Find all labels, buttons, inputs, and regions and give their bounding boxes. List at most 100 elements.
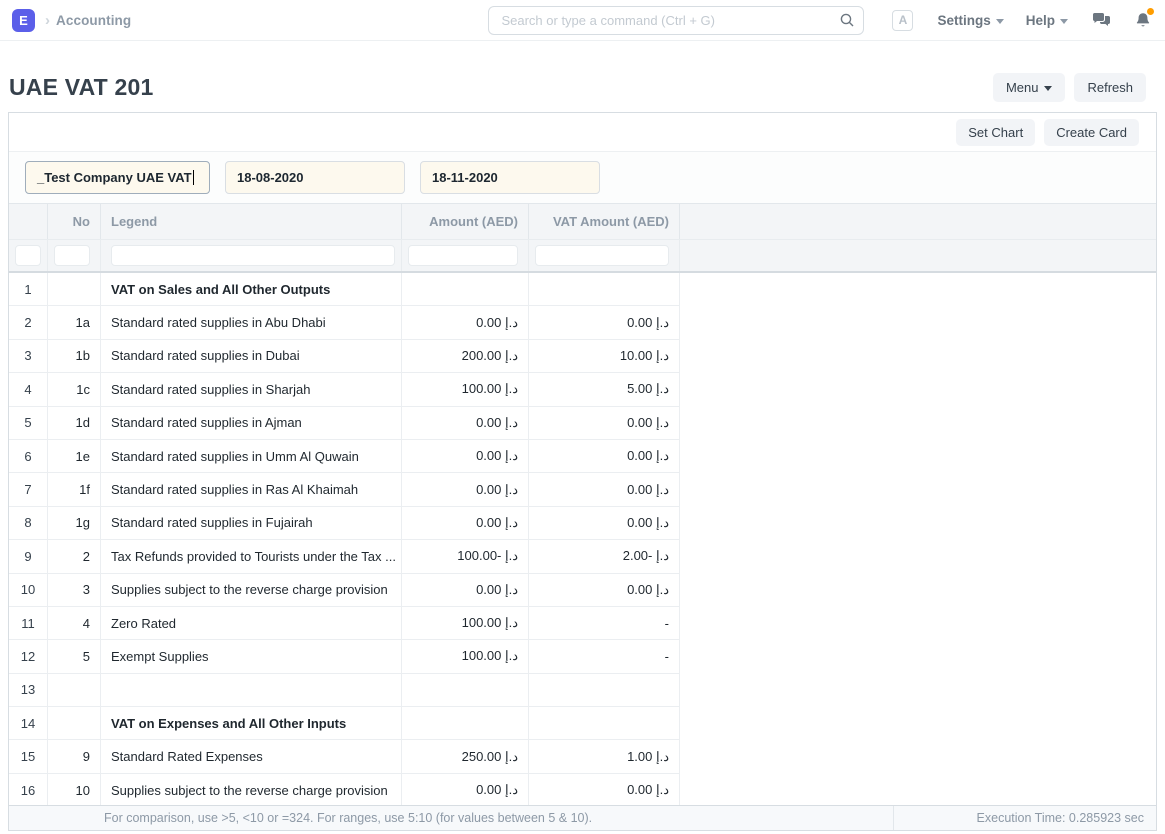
row-legend-cell[interactable]: Standard rated supplies in Fujairah	[101, 507, 402, 540]
row-amount-cell[interactable]: 100.00- د.إ	[402, 540, 529, 573]
row-amount-cell[interactable]: 0.00 د.إ	[402, 473, 529, 506]
row-no-cell[interactable]: 2	[48, 540, 101, 573]
set-chart-button[interactable]: Set Chart	[956, 119, 1035, 146]
row-no-cell[interactable]: 1a	[48, 306, 101, 339]
row-amount-cell[interactable]: 0.00 د.إ	[402, 407, 529, 440]
row-amount-cell[interactable]: 0.00 د.إ	[402, 507, 529, 540]
row-amount-cell[interactable]	[402, 273, 529, 306]
row-legend-cell[interactable]: Standard rated supplies in Ajman	[101, 407, 402, 440]
row-vat-amount-cell[interactable]: 5.00 د.إ	[529, 373, 680, 406]
refresh-button[interactable]: Refresh	[1074, 73, 1146, 102]
row-vat-amount-cell[interactable]: 2.00- د.إ	[529, 540, 680, 573]
row-vat-amount-cell[interactable]: 10.00 د.إ	[529, 340, 680, 373]
user-avatar[interactable]: A	[892, 10, 913, 31]
row-no-cell[interactable]	[48, 707, 101, 740]
row-legend-cell[interactable]: Tax Refunds provided to Tourists under t…	[101, 540, 402, 573]
filter-cell-amount	[402, 240, 529, 271]
row-vat-amount-cell[interactable]: 0.00 د.إ	[529, 407, 680, 440]
help-label: Help	[1026, 13, 1055, 28]
chevron-down-icon	[1060, 19, 1068, 24]
row-legend-cell[interactable]	[101, 674, 402, 707]
row-amount-cell[interactable]	[402, 674, 529, 707]
row-no-cell[interactable]: 10	[48, 774, 101, 807]
row-no-cell[interactable]: 3	[48, 574, 101, 607]
row-amount-cell[interactable]: 100.00 د.إ	[402, 373, 529, 406]
column-filter-row	[9, 239, 1156, 273]
chat-button[interactable]	[1092, 12, 1111, 28]
notifications-button[interactable]	[1135, 12, 1151, 29]
row-amount-cell[interactable]: 100.00 د.إ	[402, 607, 529, 640]
row-amount-cell[interactable]: 250.00 د.إ	[402, 740, 529, 773]
row-legend-cell[interactable]: Standard rated supplies in Ras Al Khaima…	[101, 473, 402, 506]
column-header-legend[interactable]: Legend	[101, 204, 402, 239]
row-no-cell[interactable]	[48, 674, 101, 707]
help-menu[interactable]: Help	[1026, 13, 1068, 28]
company-filter-input[interactable]: _Test Company UAE VAT	[25, 161, 210, 194]
row-legend-cell[interactable]: Exempt Supplies	[101, 640, 402, 673]
row-vat-amount-cell[interactable]: -	[529, 607, 680, 640]
row-no-cell[interactable]: 1d	[48, 407, 101, 440]
row-vat-amount-cell[interactable]: 0.00 د.إ	[529, 774, 680, 807]
filter-hint-text: For comparison, use >5, <10 or =324. For…	[9, 811, 592, 825]
navbar: E › Accounting A Settings Help	[0, 0, 1165, 41]
row-legend-cell[interactable]: Standard rated supplies in Dubai	[101, 340, 402, 373]
row-vat-amount-cell[interactable]: 0.00 د.إ	[529, 440, 680, 473]
row-vat-amount-cell[interactable]	[529, 273, 680, 306]
row-legend-cell[interactable]: VAT on Sales and All Other Outputs	[101, 273, 402, 306]
index-column-filter-input[interactable]	[15, 245, 41, 266]
row-vat-amount-cell[interactable]: 0.00 د.إ	[529, 574, 680, 607]
table-row: 14 VAT on Expenses and All Other Inputs	[9, 707, 1156, 740]
amount-column-filter-input[interactable]	[408, 245, 518, 266]
app-logo[interactable]: E	[12, 9, 35, 32]
row-amount-cell[interactable]	[402, 707, 529, 740]
row-amount-cell[interactable]: 0.00 د.إ	[402, 574, 529, 607]
table-row: 4 1c Standard rated supplies in Sharjah …	[9, 373, 1156, 406]
menu-button[interactable]: Menu	[993, 73, 1066, 102]
report-footer: For comparison, use >5, <10 or =324. For…	[9, 805, 1156, 830]
vat-amount-column-filter-input[interactable]	[535, 245, 669, 266]
row-no-cell[interactable]: 9	[48, 740, 101, 773]
row-vat-amount-cell[interactable]: 1.00 د.إ	[529, 740, 680, 773]
column-header-index[interactable]	[9, 204, 48, 239]
row-legend-cell[interactable]: Standard rated supplies in Sharjah	[101, 373, 402, 406]
from-date-filter-input[interactable]: 18-08-2020	[225, 161, 405, 194]
row-amount-cell[interactable]: 0.00 د.إ	[402, 774, 529, 807]
row-index-cell: 1	[9, 273, 48, 306]
search-input[interactable]	[488, 6, 864, 35]
row-no-cell[interactable]: 4	[48, 607, 101, 640]
row-vat-amount-cell[interactable]: 0.00 د.إ	[529, 507, 680, 540]
create-card-button[interactable]: Create Card	[1044, 119, 1139, 146]
column-header-vat-amount[interactable]: VAT Amount (AED)	[529, 204, 680, 239]
row-legend-cell[interactable]: Zero Rated	[101, 607, 402, 640]
row-legend-cell[interactable]: Supplies subject to the reverse charge p…	[101, 774, 402, 807]
row-no-cell[interactable]: 1b	[48, 340, 101, 373]
row-no-cell[interactable]	[48, 273, 101, 306]
legend-column-filter-input[interactable]	[111, 245, 395, 266]
row-amount-cell[interactable]: 0.00 د.إ	[402, 440, 529, 473]
column-header-amount[interactable]: Amount (AED)	[402, 204, 529, 239]
column-header-no[interactable]: No	[48, 204, 101, 239]
row-no-cell[interactable]: 1f	[48, 473, 101, 506]
row-no-cell[interactable]: 1g	[48, 507, 101, 540]
row-vat-amount-cell[interactable]: -	[529, 640, 680, 673]
row-amount-cell[interactable]: 200.00 د.إ	[402, 340, 529, 373]
row-vat-amount-cell[interactable]: 0.00 د.إ	[529, 473, 680, 506]
row-legend-cell[interactable]: VAT on Expenses and All Other Inputs	[101, 707, 402, 740]
row-vat-amount-cell[interactable]	[529, 707, 680, 740]
row-no-cell[interactable]: 5	[48, 640, 101, 673]
breadcrumb[interactable]: Accounting	[56, 13, 131, 28]
row-legend-cell[interactable]: Supplies subject to the reverse charge p…	[101, 574, 402, 607]
row-no-cell[interactable]: 1c	[48, 373, 101, 406]
row-legend-cell[interactable]: Standard rated supplies in Umm Al Quwain	[101, 440, 402, 473]
row-vat-amount-cell[interactable]	[529, 674, 680, 707]
row-no-cell[interactable]: 1e	[48, 440, 101, 473]
no-column-filter-input[interactable]	[54, 245, 90, 266]
row-vat-amount-cell[interactable]: 0.00 د.إ	[529, 306, 680, 339]
row-amount-cell[interactable]: 0.00 د.إ	[402, 306, 529, 339]
row-amount-cell[interactable]: 100.00 د.إ	[402, 640, 529, 673]
datatable-header: No Legend Amount (AED) VAT Amount (AED)	[9, 203, 1156, 273]
settings-menu[interactable]: Settings	[937, 13, 1003, 28]
to-date-filter-input[interactable]: 18-11-2020	[420, 161, 600, 194]
row-legend-cell[interactable]: Standard rated supplies in Abu Dhabi	[101, 306, 402, 339]
row-legend-cell[interactable]: Standard Rated Expenses	[101, 740, 402, 773]
